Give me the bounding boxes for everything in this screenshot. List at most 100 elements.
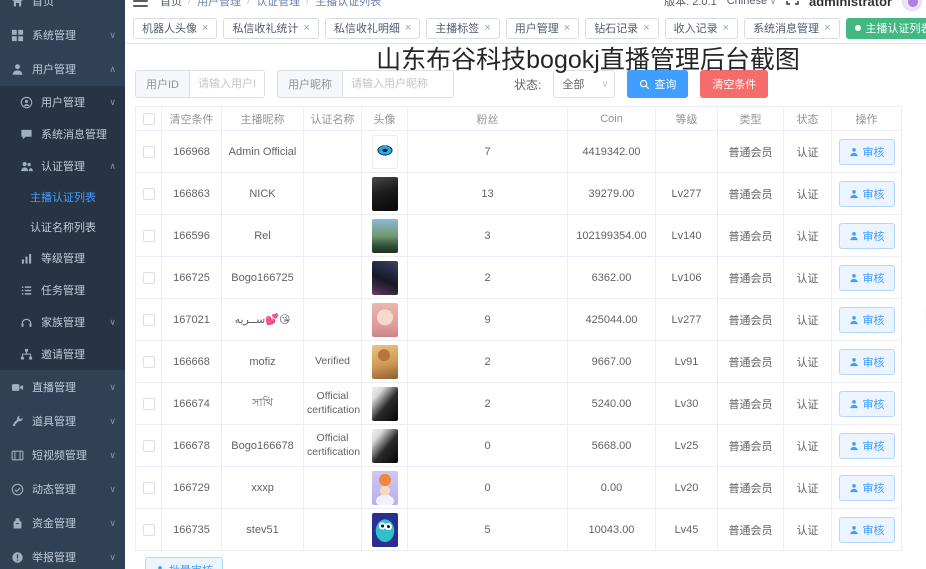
breadcrumb-item[interactable]: 认证管理 [256, 0, 300, 9]
tab-8[interactable]: 主播认证列表× [846, 18, 926, 39]
search-button[interactable]: 查询 [627, 70, 688, 98]
tab-close-icon[interactable]: × [824, 22, 830, 34]
sidebar-item-2[interactable]: 用户管理∧ [0, 52, 125, 86]
cell-user-id: 166735 [162, 509, 222, 551]
avatar [372, 345, 398, 379]
tab-7[interactable]: 系统消息管理× [744, 18, 839, 39]
audit-button[interactable]: 审核 [839, 307, 895, 333]
cell-status: 认证 [784, 257, 832, 299]
audit-button[interactable]: 审核 [839, 181, 895, 207]
row-checkbox[interactable] [143, 356, 155, 368]
sidebar-item-12[interactable]: 直播管理∨ [0, 370, 125, 404]
nickname-input[interactable] [342, 70, 454, 98]
row-checkbox[interactable] [143, 524, 155, 536]
tab-5[interactable]: 钻石记录× [585, 18, 658, 39]
sidebar-item-8[interactable]: 等级管理 [0, 242, 125, 274]
tab-close-icon[interactable]: × [484, 22, 490, 34]
sidebar-item-4[interactable]: 系统消息管理 [0, 118, 125, 150]
row-checkbox[interactable] [143, 398, 155, 410]
breadcrumb-item[interactable]: 用户管理 [197, 0, 241, 9]
breadcrumb-item[interactable]: 主播认证列表 [315, 0, 381, 9]
cell-cert-name: Official certification [304, 383, 362, 425]
tab-1[interactable]: 私信收礼统计× [223, 18, 318, 39]
user-audit-icon [849, 147, 859, 157]
tab-0[interactable]: 机器人头像× [133, 18, 217, 39]
select-all-checkbox[interactable] [143, 113, 155, 125]
language-select[interactable]: Chinese ∨ [727, 0, 776, 7]
sidebar-item-5[interactable]: 认证管理∧ [0, 150, 125, 182]
sidebar-item-label: 系统管理 [32, 27, 76, 43]
sidebar: 首页系统管理∨用户管理∧用户管理∨系统消息管理认证管理∧主播认证列表认证名称列表… [0, 0, 125, 569]
tab-6[interactable]: 收入记录× [665, 18, 738, 39]
sidebar-item-15[interactable]: 动态管理∨ [0, 472, 125, 506]
status-select[interactable]: 全部∨ [553, 70, 615, 98]
audit-button[interactable]: 审核 [839, 433, 895, 459]
sidebar-item-17[interactable]: 举报管理∨ [0, 540, 125, 569]
tab-close-icon[interactable]: × [643, 22, 649, 34]
audit-button[interactable]: 审核 [839, 391, 895, 417]
cell-user-id: 166729 [162, 467, 222, 509]
sidebar-item-1[interactable]: 系统管理∨ [0, 18, 125, 52]
audit-button[interactable]: 审核 [839, 265, 895, 291]
column-header-3: 头像 [362, 107, 408, 131]
fullscreen-icon[interactable] [786, 0, 799, 8]
audit-button[interactable]: 审核 [839, 517, 895, 543]
filter-bar: 用户ID 用户昵称 状态: 全部∨ 查询 清空条件 [135, 70, 926, 98]
user-avatar[interactable] [902, 0, 922, 11]
cell-level: Lv30 [656, 383, 718, 425]
row-checkbox[interactable] [143, 440, 155, 452]
sidebar-item-13[interactable]: 道具管理∨ [0, 404, 125, 438]
user-id-input[interactable] [189, 70, 265, 98]
user-audit-icon [849, 399, 859, 409]
sidebar-item-14[interactable]: 短视频管理∨ [0, 438, 125, 472]
cell-type: 普通会员 [718, 257, 784, 299]
tab-close-icon[interactable]: × [564, 22, 570, 34]
sidebar-item-label: 认证名称列表 [30, 219, 96, 235]
cell-user-id: 166596 [162, 215, 222, 257]
audit-button[interactable]: 审核 [839, 223, 895, 249]
row-checkbox[interactable] [143, 188, 155, 200]
sidebar-item-0[interactable]: 首页 [0, 0, 125, 18]
row-checkbox[interactable] [143, 272, 155, 284]
sidebar-item-7[interactable]: 认证名称列表 [0, 212, 125, 242]
money-icon [11, 517, 24, 530]
cell-status: 认证 [784, 299, 832, 341]
tab-2[interactable]: 私信收礼明细× [325, 18, 420, 39]
table-row: 166968Admin Official74419342.00普通会员认证审核 [136, 131, 902, 173]
tab-close-icon[interactable]: × [723, 22, 729, 34]
clear-filters-button[interactable]: 清空条件 [700, 70, 768, 98]
batch-audit-button[interactable]: 批量审核 [145, 557, 223, 569]
column-header-8: 状态 [784, 107, 832, 131]
row-checkbox[interactable] [143, 314, 155, 326]
sidebar-item-6[interactable]: 主播认证列表 [0, 182, 125, 212]
sidebar-item-label: 资金管理 [32, 515, 76, 531]
sidebar-item-16[interactable]: 资金管理∨ [0, 506, 125, 540]
hamburger-menu-icon[interactable] [133, 0, 148, 7]
grid-icon [11, 29, 24, 42]
tab-close-icon[interactable]: × [303, 22, 309, 34]
sidebar-item-11[interactable]: 邀请管理 [0, 338, 125, 370]
cell-coin: 102199354.00 [568, 215, 656, 257]
anchor-cert-table-wrap: 清空条件主播昵称认证名称头像粉丝Coin等级类型状态操作 166968Admin… [135, 106, 901, 551]
row-checkbox[interactable] [143, 482, 155, 494]
sidebar-item-3[interactable]: 用户管理∨ [0, 86, 125, 118]
sidebar-item-label: 等级管理 [41, 250, 85, 266]
user-audit-icon [849, 357, 859, 367]
audit-button[interactable]: 审核 [839, 139, 895, 165]
sidebar-item-9[interactable]: 任务管理 [0, 274, 125, 306]
row-checkbox[interactable] [143, 230, 155, 242]
cell-nickname: xxxp [222, 467, 304, 509]
audit-button[interactable]: 审核 [839, 349, 895, 375]
tab-close-icon[interactable]: × [405, 22, 411, 34]
sitemap-icon [20, 348, 33, 361]
row-checkbox[interactable] [143, 146, 155, 158]
cell-cert-name [304, 131, 362, 173]
audit-button[interactable]: 审核 [839, 475, 895, 501]
cell-user-id: 166678 [162, 425, 222, 467]
tab-4[interactable]: 用户管理× [506, 18, 579, 39]
cell-fans: 9 [408, 299, 568, 341]
tab-close-icon[interactable]: × [202, 22, 208, 34]
tab-3[interactable]: 主播标签× [426, 18, 499, 39]
breadcrumb-item[interactable]: 首页 [160, 0, 182, 9]
sidebar-item-10[interactable]: 家族管理∨ [0, 306, 125, 338]
